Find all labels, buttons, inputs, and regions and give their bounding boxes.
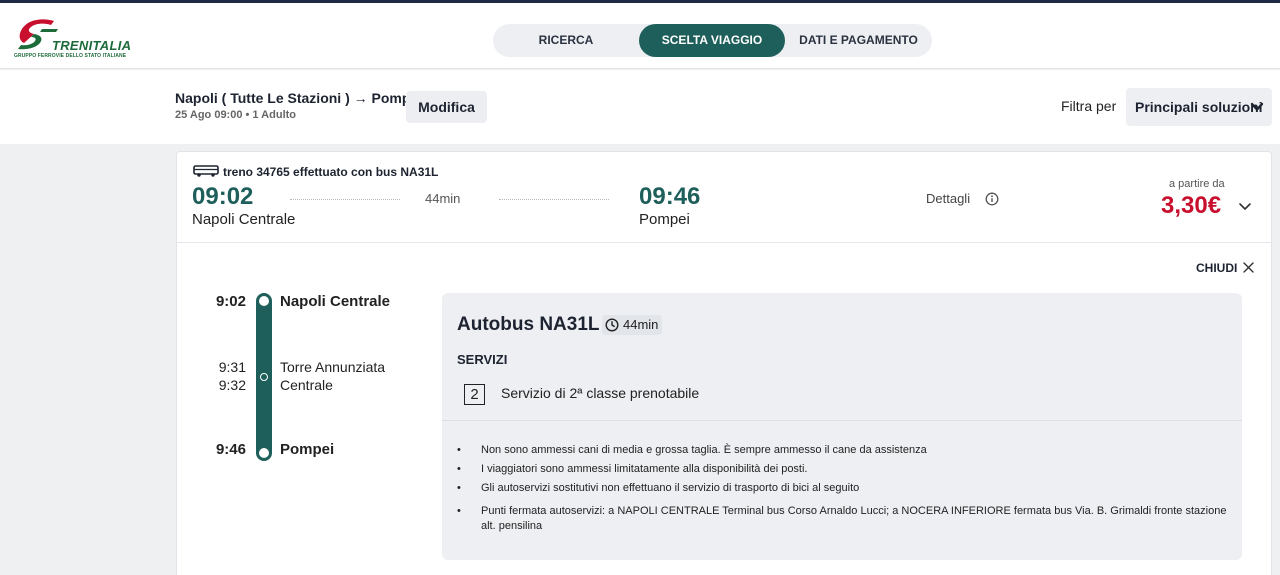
route-date-passengers: 25 Ago 09:00 • 1 Adulto: [175, 109, 297, 121]
segment-title: Autobus NA31L: [457, 314, 600, 335]
logo-wordmark: TRENITALIA: [52, 38, 132, 53]
timeline-stop-dot: [260, 373, 268, 381]
list-item: Punti fermata autoservizi: a NAPOLI CENT…: [457, 504, 1227, 534]
modify-search-button[interactable]: Modifica: [406, 91, 487, 123]
duration-divider-right: [499, 199, 609, 200]
stop-station: Pompei: [280, 441, 335, 458]
segment-detail-panel: Autobus NA31L 44min SERVIZI 2 Servizio d…: [442, 293, 1242, 560]
details-link[interactable]: Dettagli: [926, 191, 970, 206]
step-scelta-viaggio[interactable]: SCELTA VIAGGIO: [639, 24, 785, 57]
price-label: a partire da: [1169, 178, 1225, 190]
stop-arrival-time: 9:31: [218, 359, 246, 375]
list-item: Non sono ammessi cani di media e grossa …: [457, 443, 1227, 458]
chevron-down-icon[interactable]: [1238, 200, 1252, 214]
second-class-icon: 2: [464, 384, 485, 405]
segment-notes-list: Non sono ammessi cani di media e grossa …: [457, 443, 1227, 538]
filter-label: Filtra per: [1061, 98, 1117, 114]
filter-select[interactable]: Principali soluzioni: [1126, 88, 1272, 126]
services-heading: SERVIZI: [457, 352, 508, 367]
filter-select-value: Principali soluzioni: [1135, 99, 1263, 115]
bus-icon: [193, 165, 219, 177]
service-class-text: Servizio di 2ª classe prenotabile: [501, 385, 700, 401]
segment-duration-badge: 44min: [602, 315, 663, 335]
search-summary-bar: Napoli ( Tutte Le Stazioni ) → Pompei 25…: [0, 70, 1280, 144]
bus-replacement-note: treno 34765 effettuato con bus NA31L: [193, 165, 438, 179]
timeline-stop-dot: [259, 296, 269, 306]
duration-divider-left: [290, 199, 400, 200]
stop-station: Napoli Centrale: [280, 293, 391, 310]
timeline-bar: [256, 293, 272, 461]
step-ricerca[interactable]: RICERCA: [493, 24, 639, 57]
stop-time: 9:02: [215, 293, 246, 310]
info-icon[interactable]: [985, 192, 999, 206]
chevron-down-icon: [1250, 102, 1264, 111]
route-title: Napoli ( Tutte Le Stazioni ) → Pompei: [175, 90, 423, 106]
timeline-stop-dot: [259, 448, 269, 458]
trip-duration: 44min: [425, 191, 461, 206]
stop-time: 9:46: [215, 441, 246, 458]
list-item: Gli autoservizi sostitutivi non effettua…: [457, 481, 1227, 496]
trenitalia-logo[interactable]: TRENITALIA GRUPPO FERROVIE DELLO STATO I…: [14, 19, 144, 63]
booking-stepper: RICERCA SCELTA VIAGGIO DATI E PAGAMENTO: [493, 24, 932, 57]
clock-icon: [605, 318, 619, 332]
logo-subtitle: GRUPPO FERROVIE DELLO STATO ITALIANE: [14, 53, 127, 59]
header: TRENITALIA GRUPPO FERROVIE DELLO STATO I…: [0, 3, 1280, 69]
stop-departure-time: 9:32: [218, 377, 246, 393]
panel-divider: [442, 420, 1242, 421]
arrival-station: Pompei: [639, 211, 690, 228]
bus-note-text: treno 34765 effettuato con bus NA31L: [223, 165, 439, 179]
departure-time: 09:02: [192, 183, 254, 210]
solution-summary-row[interactable]: treno 34765 effettuato con bus NA31L 09:…: [177, 152, 1271, 243]
close-icon[interactable]: [1243, 262, 1254, 273]
solution-card: treno 34765 effettuato con bus NA31L 09:…: [176, 151, 1272, 575]
close-details-button[interactable]: CHIUDI: [1196, 261, 1237, 275]
list-item: I viaggiatori sono ammessi limitatamente…: [457, 462, 1227, 477]
stop-station: Torre Annunziata: [280, 359, 386, 375]
departure-station: Napoli Centrale: [192, 211, 296, 228]
segment-duration: 44min: [623, 317, 659, 332]
arrival-time: 09:46: [639, 183, 701, 210]
stop-station-line2: Centrale: [280, 377, 333, 393]
step-dati-pagamento[interactable]: DATI E PAGAMENTO: [785, 24, 932, 57]
price-value: 3,30€: [1161, 192, 1222, 219]
